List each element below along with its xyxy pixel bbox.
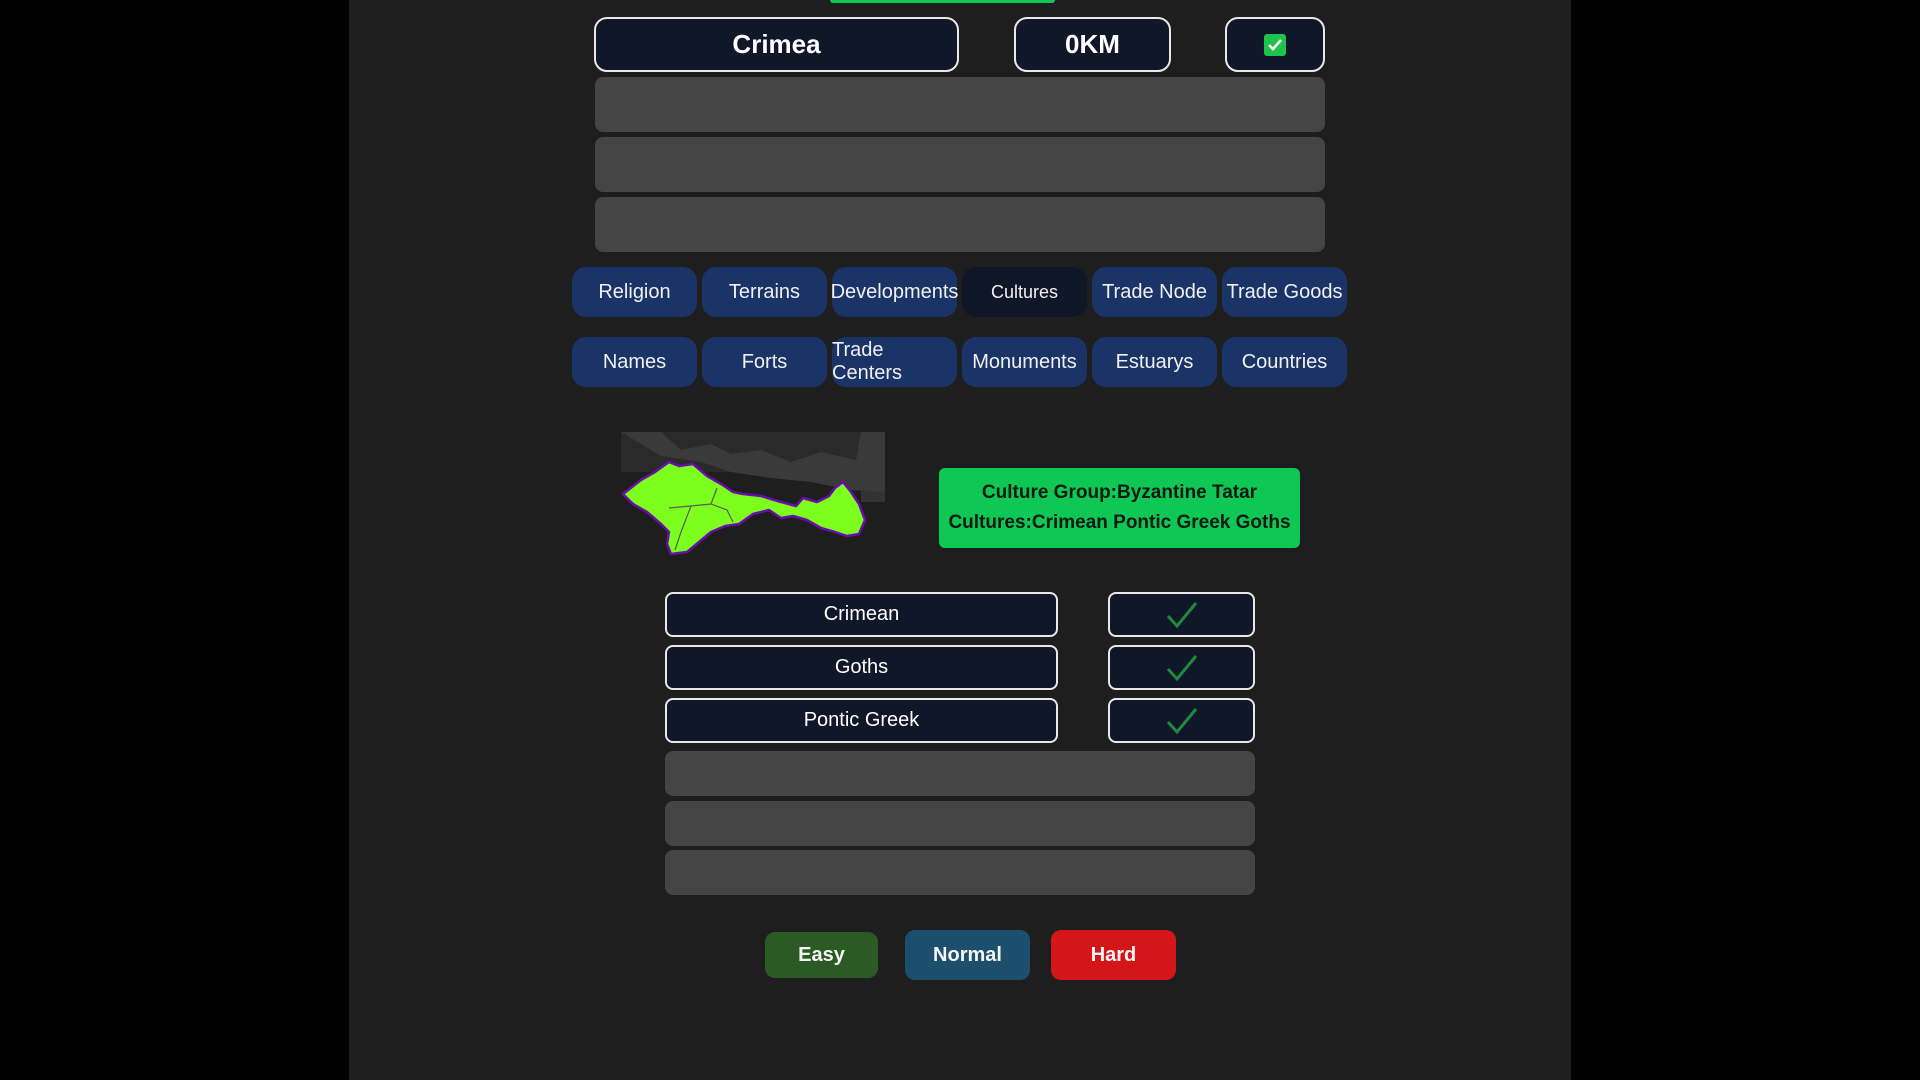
tab-monuments[interactable]: Monuments	[962, 337, 1087, 387]
checkmark-icon	[1264, 33, 1286, 56]
checkmark-icon	[1166, 654, 1197, 681]
guess-slot	[595, 137, 1325, 192]
tab-terrains[interactable]: Terrains	[702, 267, 827, 317]
tab-estuarys[interactable]: Estuarys	[1092, 337, 1217, 387]
cultures-text: Cultures:Crimean Pontic Greek Goths	[948, 512, 1291, 533]
distance-value: 0KM	[1065, 29, 1120, 59]
guess-slot	[595, 197, 1325, 252]
hard-button[interactable]: Hard	[1051, 930, 1176, 980]
answer-status	[1108, 698, 1255, 743]
answer-input[interactable]: Pontic Greek	[665, 698, 1058, 743]
tab-names[interactable]: Names	[572, 337, 697, 387]
answer-input[interactable]: Goths	[665, 645, 1058, 690]
tab-cultures[interactable]: Cultures	[962, 267, 1087, 317]
top-accent-bar	[830, 0, 1055, 3]
distance-display: 0KM	[1014, 17, 1171, 72]
guess-result-check	[1225, 17, 1325, 72]
tab-trade-goods[interactable]: Trade Goods	[1222, 267, 1347, 317]
normal-button[interactable]: Normal	[905, 930, 1030, 980]
answer-status	[1108, 645, 1255, 690]
guess-slot	[595, 77, 1325, 132]
answer-slot	[665, 801, 1255, 846]
answer-input[interactable]: Crimean	[665, 592, 1058, 637]
tab-trade-centers[interactable]: Trade Centers	[832, 337, 957, 387]
checkmark-icon	[1166, 601, 1197, 628]
easy-button[interactable]: Easy	[765, 932, 878, 978]
tab-countries[interactable]: Countries	[1222, 337, 1347, 387]
game-panel: Crimea 0KM Religion Terrains Development…	[349, 0, 1571, 1080]
guess-input[interactable]: Crimea	[594, 17, 959, 72]
guess-value: Crimea	[732, 29, 821, 59]
answer-slot	[665, 751, 1255, 796]
answer-slot	[665, 850, 1255, 895]
tab-developments[interactable]: Developments	[831, 267, 958, 317]
tab-trade-node[interactable]: Trade Node	[1092, 267, 1217, 317]
checkmark-icon	[1166, 707, 1197, 734]
culture-info-box: Culture Group:Byzantine Tatar Cultures:C…	[939, 468, 1300, 548]
tab-religion[interactable]: Religion	[572, 267, 697, 317]
region-map	[621, 432, 885, 556]
culture-group-text: Culture Group:Byzantine Tatar	[981, 482, 1258, 503]
tab-forts[interactable]: Forts	[702, 337, 827, 387]
answer-status	[1108, 592, 1255, 637]
